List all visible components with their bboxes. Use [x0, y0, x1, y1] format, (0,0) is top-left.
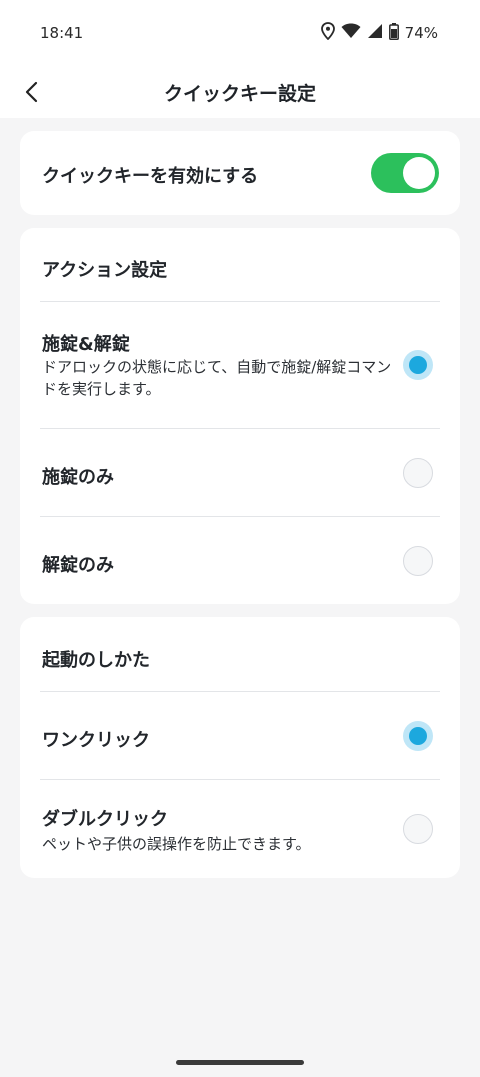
option-label: ダブルクリック — [42, 809, 168, 830]
radio-lock-only[interactable] — [403, 458, 433, 488]
section-title-activation: 起動のしかた — [42, 650, 150, 671]
status-bar: 18:41 74% — [0, 0, 480, 68]
page-title: クイックキー設定 — [163, 83, 316, 105]
location-icon — [320, 22, 335, 44]
status-time: 18:41 — [40, 24, 84, 42]
option-label: 施錠&解錠 — [42, 334, 130, 355]
activation-card: 起動のしかた ワンクリック ダブルクリック ペットや子供の誤操作を防止できます。 — [20, 617, 460, 878]
home-indicator[interactable] — [176, 1060, 304, 1065]
action-settings-card: アクション設定 施錠&解錠 ドアロックの状態に応じて、自動で施錠/解錠コマンドを… — [20, 228, 460, 604]
option-label: 解錠のみ — [42, 555, 114, 576]
quick-key-enable-card: クイックキーを有効にする — [20, 131, 460, 215]
radio-double-click[interactable] — [403, 814, 433, 844]
toggle-knob — [403, 157, 435, 189]
option-label: 施錠のみ — [42, 467, 114, 488]
quick-key-enable-label: クイックキーを有効にする — [42, 166, 259, 187]
option-description: ドアロックの状態に応じて、自動で施錠/解錠コマンドを実行します。 — [42, 358, 392, 398]
radio-single-click[interactable] — [403, 721, 433, 751]
wifi-icon — [341, 23, 361, 43]
quick-key-enable-toggle[interactable] — [371, 153, 439, 193]
option-description: ペットや子供の誤操作を防止できます。 — [42, 835, 311, 853]
status-icons: 74% — [320, 22, 438, 44]
app-header: クイックキー設定 — [0, 68, 480, 118]
option-single-click[interactable]: ワンクリック — [20, 692, 460, 779]
battery-icon — [388, 22, 399, 44]
battery-percent: 74% — [404, 24, 438, 42]
option-label: ワンクリック — [42, 730, 150, 751]
radio-lock-and-unlock[interactable] — [403, 350, 433, 380]
option-unlock-only[interactable]: 解錠のみ — [20, 517, 460, 604]
option-double-click[interactable]: ダブルクリック ペットや子供の誤操作を防止できます。 — [20, 780, 460, 878]
radio-unlock-only[interactable] — [403, 546, 433, 576]
section-title-action: アクション設定 — [42, 260, 168, 281]
option-lock-and-unlock[interactable]: 施錠&解錠 ドアロックの状態に応じて、自動で施錠/解錠コマンドを実行します。 — [20, 302, 460, 428]
signal-icon — [367, 23, 383, 43]
option-lock-only[interactable]: 施錠のみ — [20, 429, 460, 516]
